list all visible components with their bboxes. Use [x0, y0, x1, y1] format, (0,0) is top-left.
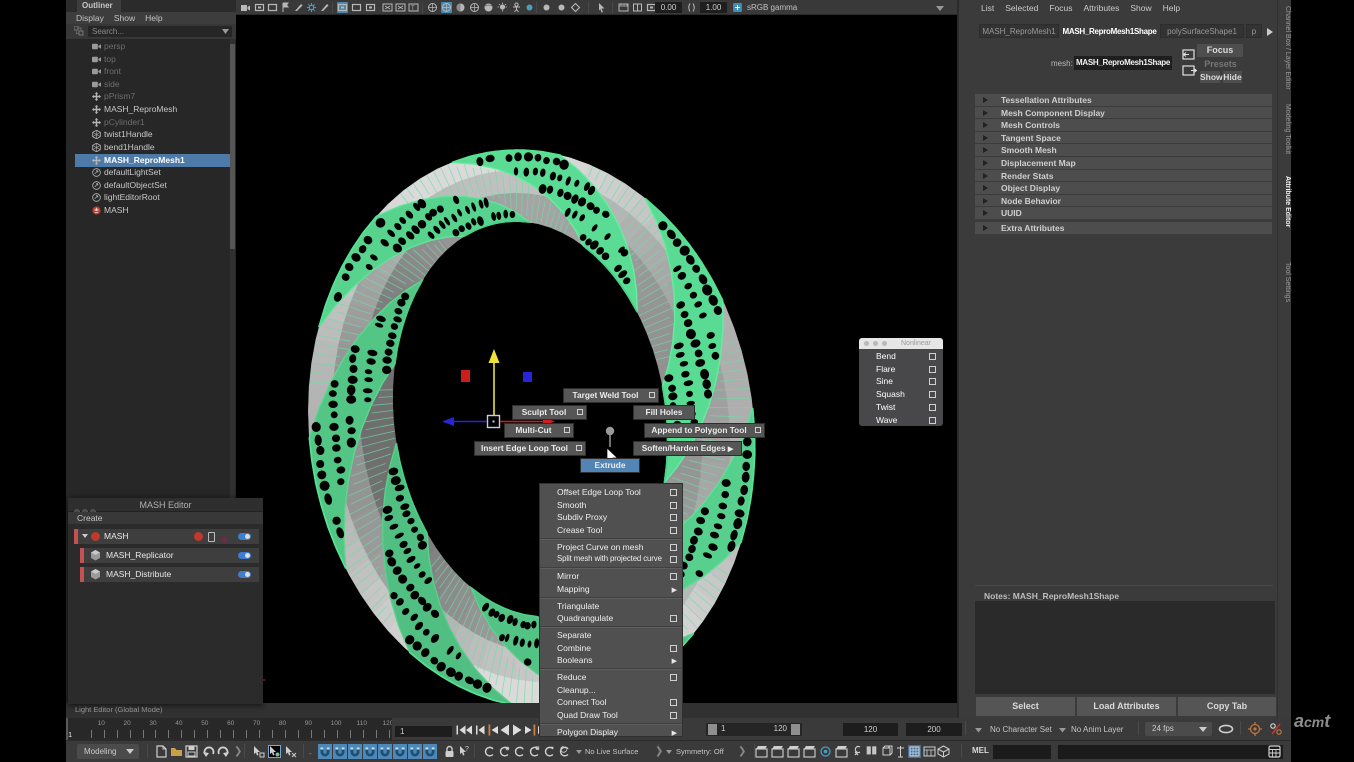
svg-text:?: ?: [465, 746, 469, 753]
